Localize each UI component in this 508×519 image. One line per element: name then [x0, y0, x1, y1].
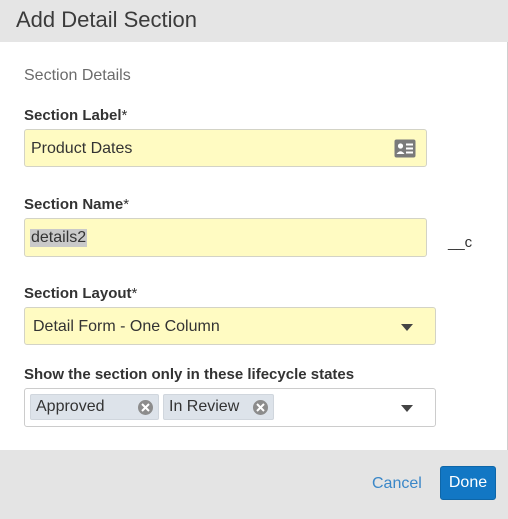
section-name-suffix: __c — [448, 234, 473, 251]
done-button[interactable]: Done — [440, 466, 496, 500]
chevron-down-icon[interactable] — [401, 405, 413, 412]
remove-chip-icon[interactable] — [253, 400, 268, 415]
section-name-label: Section Name* — [24, 196, 130, 213]
section-layout-label: Section Layout* — [24, 285, 138, 302]
cancel-button[interactable]: Cancel — [372, 475, 422, 493]
state-chip-in-review: In Review — [163, 394, 274, 420]
remove-chip-icon[interactable] — [138, 400, 153, 415]
section-header: Section Details — [24, 67, 131, 84]
section-label-label: Section Label* — [24, 107, 128, 124]
section-name-input[interactable]: details2 — [24, 218, 427, 257]
state-chip-label: Approved — [36, 398, 105, 415]
contact-card-icon[interactable] — [394, 139, 416, 158]
section-label-value: Product Dates — [31, 140, 133, 157]
add-detail-section-dialog: Add Detail Section Section Details Secti… — [0, 0, 508, 519]
section-label-input[interactable]: Product Dates — [24, 129, 427, 167]
state-chip-approved: Approved — [30, 394, 159, 420]
dialog-titlebar: Add Detail Section — [0, 0, 508, 42]
state-chip-label: In Review — [169, 398, 240, 415]
chevron-down-icon[interactable] — [401, 324, 413, 331]
dialog-title: Add Detail Section — [16, 7, 197, 32]
lifecycle-states-multiselect[interactable]: Approved In Review — [24, 388, 436, 427]
section-name-value: details2 — [30, 229, 88, 247]
section-layout-select[interactable]: Detail Form - One Column — [24, 307, 436, 345]
dialog-footer — [0, 450, 508, 519]
lifecycle-states-label: Show the section only in these lifecycle… — [24, 366, 355, 383]
section-layout-value: Detail Form - One Column — [33, 318, 220, 335]
